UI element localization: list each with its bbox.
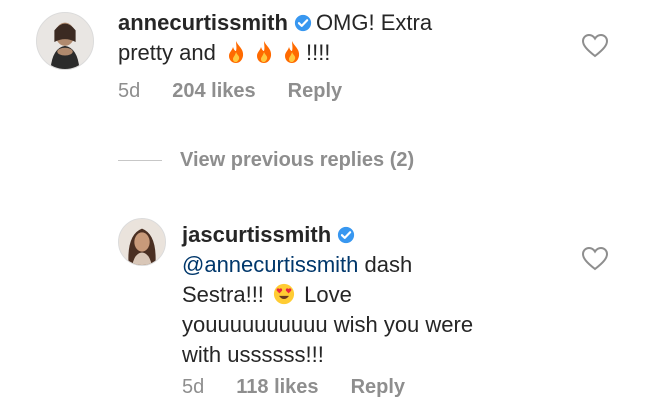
likes-count[interactable]: 204 likes bbox=[172, 80, 255, 102]
verified-badge-icon bbox=[294, 14, 312, 32]
fire-emoji-icon bbox=[253, 40, 275, 64]
reply-likes-count[interactable]: 118 likes bbox=[236, 376, 318, 398]
comment-meta: 5d 204 likes Reply bbox=[118, 80, 374, 103]
verified-badge-icon bbox=[337, 226, 355, 244]
reply-timestamp[interactable]: 5d bbox=[182, 376, 204, 398]
replies-divider bbox=[118, 160, 162, 161]
reply-avatar[interactable] bbox=[118, 218, 166, 266]
like-heart-icon[interactable] bbox=[582, 34, 608, 58]
timestamp[interactable]: 5d bbox=[118, 80, 140, 102]
comment-text-line2: pretty and bbox=[118, 40, 216, 65]
reply-text-line4: with ussssss!!! bbox=[182, 342, 324, 367]
reply-username[interactable]: jascurtissmith bbox=[182, 222, 331, 247]
reply-like-heart-icon[interactable] bbox=[582, 247, 608, 271]
fire-emoji-icon bbox=[281, 40, 303, 64]
reply-text-line2-end: Love bbox=[304, 282, 352, 307]
reply-button[interactable]: Reply bbox=[288, 80, 342, 102]
fire-emoji-icon bbox=[225, 40, 247, 64]
comment-text-end: !!!! bbox=[305, 40, 331, 65]
mention-link[interactable]: @annecurtissmith bbox=[182, 252, 358, 277]
reply-text-line1: dash bbox=[358, 252, 413, 277]
comment-body: annecurtissmith OMG! Extra pretty and !!!… bbox=[118, 8, 558, 68]
avatar[interactable] bbox=[36, 12, 94, 70]
reply-text-line3: youuuuuuuuuu wish you were bbox=[182, 312, 474, 337]
reply-body: jascurtissmith @annecurtissmith dash Ses… bbox=[182, 220, 562, 370]
heart-eyes-emoji-icon bbox=[273, 282, 295, 306]
reply-reply-button[interactable]: Reply bbox=[351, 376, 405, 398]
username[interactable]: annecurtissmith bbox=[118, 10, 288, 35]
reply-meta: 5d 118 likes Reply bbox=[182, 376, 437, 399]
reply-text-line2-start: Sestra!!! bbox=[182, 282, 264, 307]
view-previous-replies-button[interactable]: View previous replies (2) bbox=[180, 149, 414, 172]
comment-text: OMG! Extra bbox=[315, 10, 433, 35]
